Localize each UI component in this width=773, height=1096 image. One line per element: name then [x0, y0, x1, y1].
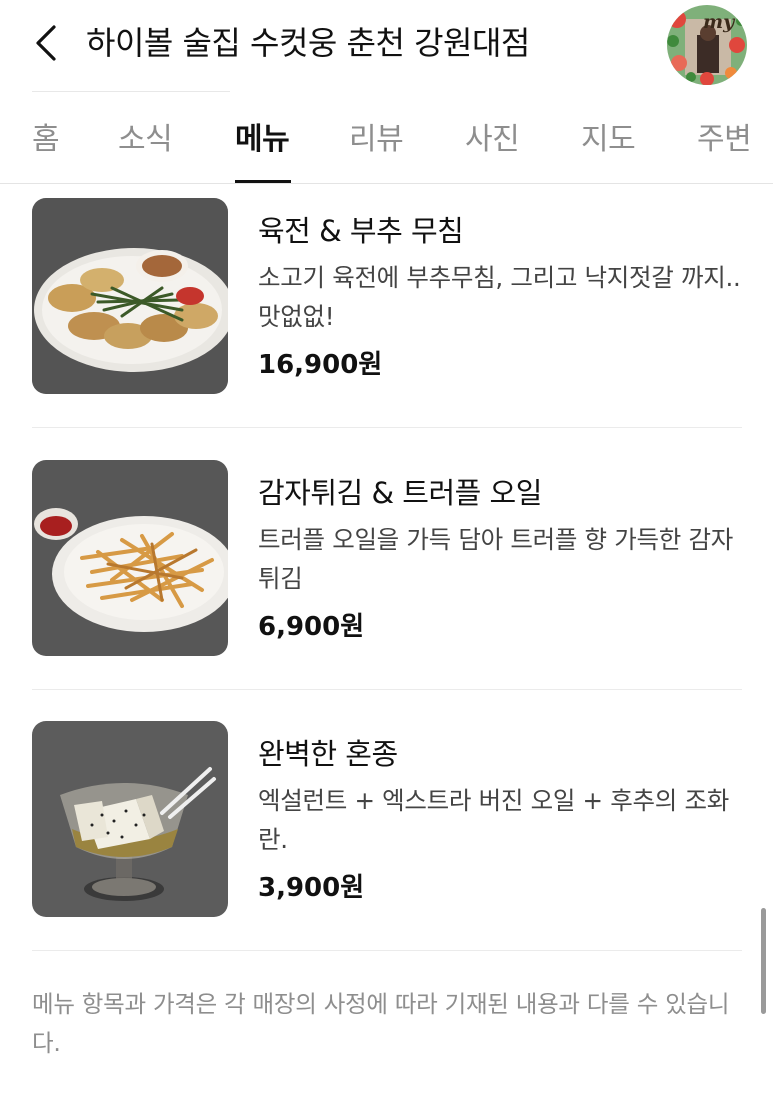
app-header: 하이볼 술집 수컷웅 춘천 강원대점 my	[0, 0, 773, 90]
menu-item[interactable]: 완벽한 혼종 엑설런트 + 엑스트라 버진 오일 + 후추의 조화란. 3,90…	[32, 721, 742, 919]
menu-item-name: 완벽한 혼종	[258, 737, 398, 771]
tab-nearby[interactable]: 주변	[697, 114, 752, 158]
avatar[interactable]: my	[667, 5, 747, 85]
scrollbar[interactable]	[761, 908, 766, 1014]
menu-item[interactable]: 감자튀김 & 트러플 오일 트러플 오일을 가득 담아 트러플 향 가득한 감자…	[32, 460, 742, 658]
menu-divider	[32, 950, 742, 951]
menu-item-description: 트러플 오일을 가득 담아 트러플 향 가득한 감자튀김	[258, 525, 733, 593]
menu-divider	[32, 689, 742, 690]
menu-item-name: 감자튀김 & 트러플 오일	[258, 476, 542, 510]
tab-bar: 홈 소식 메뉴 리뷰 사진 지도 주변	[0, 96, 773, 184]
menu-item-description: 엑설런트 + 엑스트라 버진 오일 + 후추의 조화란.	[258, 786, 729, 854]
menu-item-price: 16,900원	[258, 350, 383, 380]
tab-map[interactable]: 지도	[581, 114, 636, 158]
avatar-tag: my	[703, 11, 735, 33]
menu-item-description: 소고기 육전에 부추무침, 그리고 낙지젓갈 까지.. 맛없없!	[258, 263, 741, 331]
page-title: 하이볼 술집 수컷웅 춘천 강원대점	[86, 24, 530, 62]
menu-item[interactable]: 육전 & 부추 무침 소고기 육전에 부추무침, 그리고 낙지젓갈 까지.. 맛…	[32, 198, 742, 396]
menu-item-name: 육전 & 부추 무침	[258, 214, 464, 248]
tab-home[interactable]: 홈	[32, 114, 60, 158]
active-tab-indicator	[235, 180, 291, 183]
menu-item-price: 6,900원	[258, 612, 365, 642]
menu-item-photo	[32, 198, 228, 394]
back-button[interactable]	[26, 18, 66, 68]
tab-photos[interactable]: 사진	[465, 114, 520, 158]
menu-item-photo	[32, 460, 228, 656]
menu-item-price: 3,900원	[258, 873, 365, 903]
tab-news[interactable]: 소식	[118, 114, 173, 158]
chevron-left-icon	[36, 25, 56, 61]
tab-menu[interactable]: 메뉴	[235, 114, 290, 158]
menu-disclaimer: 메뉴 항목과 가격은 각 매장의 사정에 따라 기재된 내용과 다를 수 있습니…	[32, 990, 730, 1057]
header-hairline	[32, 91, 230, 92]
tab-reviews[interactable]: 리뷰	[349, 114, 404, 158]
menu-divider	[32, 427, 742, 428]
menu-item-photo	[32, 721, 228, 917]
